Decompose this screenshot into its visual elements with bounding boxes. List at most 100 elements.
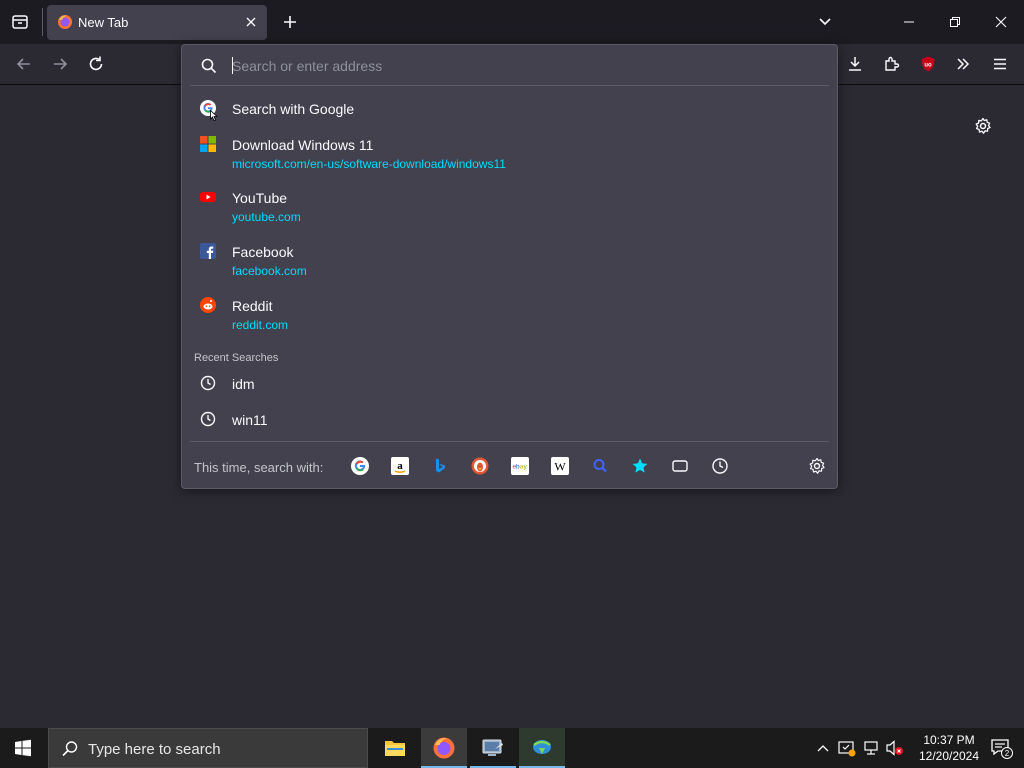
downloads-button[interactable] bbox=[841, 50, 869, 78]
taskbar-search-placeholder: Type here to search bbox=[88, 741, 221, 758]
action-center-button[interactable]: 2 bbox=[978, 728, 1024, 768]
search-with-label: This time, search with: bbox=[194, 460, 324, 475]
recent-search-text: idm bbox=[232, 376, 255, 392]
minimize-button[interactable] bbox=[895, 8, 923, 36]
close-window-button[interactable] bbox=[987, 8, 1015, 36]
suggestion-url: youtube.com bbox=[232, 210, 301, 224]
suggestion-title: YouTube bbox=[232, 190, 288, 206]
reload-button[interactable] bbox=[82, 50, 110, 78]
security-icon[interactable] bbox=[838, 739, 856, 757]
recent-search-win11[interactable]: win11 bbox=[190, 408, 830, 432]
firefox-icon bbox=[58, 15, 72, 29]
recent-searches-heading: Recent Searches bbox=[194, 352, 279, 364]
suggestion-facebook[interactable]: Facebook facebook.com bbox=[190, 240, 830, 280]
notification-icon: 2 bbox=[991, 739, 1013, 759]
close-tab-icon[interactable] bbox=[243, 14, 259, 30]
restore-button[interactable] bbox=[941, 8, 969, 36]
start-button[interactable] bbox=[0, 728, 46, 768]
suggestion-title: Search with Google bbox=[232, 101, 355, 117]
taskbar-idm[interactable] bbox=[519, 728, 565, 768]
wikipedia-engine-icon[interactable]: W bbox=[551, 457, 569, 475]
back-arrow-icon bbox=[16, 58, 30, 70]
computer-settings-icon bbox=[482, 739, 503, 756]
puzzle-icon bbox=[885, 56, 900, 71]
divider bbox=[190, 441, 829, 442]
app-menu-button[interactable] bbox=[986, 50, 1014, 78]
system-clock[interactable]: 10:37 PM 12/20/2024 bbox=[914, 732, 984, 764]
windows-logo-icon bbox=[15, 739, 31, 757]
plus-icon bbox=[284, 16, 296, 28]
suggestion-reddit[interactable]: Reddit reddit.com bbox=[190, 294, 830, 334]
new-tab-settings-button[interactable] bbox=[969, 112, 997, 140]
suggestion-url: facebook.com bbox=[232, 264, 307, 278]
ebay-engine-icon[interactable]: e b a y bbox=[511, 457, 529, 475]
restore-icon bbox=[950, 17, 960, 27]
double-chevron-right-icon bbox=[957, 58, 970, 70]
tabs-icon[interactable] bbox=[671, 457, 689, 475]
close-icon bbox=[995, 16, 1007, 28]
reload-icon bbox=[89, 56, 103, 71]
minimize-icon bbox=[904, 21, 914, 23]
clock-icon bbox=[200, 375, 216, 391]
firefox-view-button[interactable] bbox=[6, 8, 34, 36]
search-icon bbox=[201, 58, 217, 74]
suggestion-url: reddit.com bbox=[232, 318, 289, 332]
mouse-cursor-icon bbox=[210, 110, 218, 121]
chevron-down-icon bbox=[819, 18, 831, 26]
ublock-shield-icon: uo bbox=[921, 56, 935, 72]
suggestion-download-windows-11[interactable]: Download Windows 11 microsoft.com/en-us/… bbox=[190, 133, 830, 173]
amazon-engine-icon[interactable]: a bbox=[391, 457, 409, 475]
tab-strip: New Tab bbox=[0, 0, 1024, 44]
duckduckgo-engine-icon[interactable] bbox=[471, 457, 489, 475]
suggestion-search-with-google[interactable]: Search with Google bbox=[190, 97, 830, 121]
suggestion-title: Reddit bbox=[232, 298, 273, 314]
folder-icon bbox=[385, 741, 405, 756]
recent-search-idm[interactable]: idm bbox=[190, 372, 830, 396]
gear-icon bbox=[975, 117, 991, 134]
svg-text:uo: uo bbox=[924, 63, 932, 69]
tab-title: New Tab bbox=[78, 15, 129, 30]
address-bar-dropdown: Search with Google Download Windows 11 m… bbox=[181, 44, 838, 489]
history-clock-icon[interactable] bbox=[711, 457, 729, 475]
list-all-tabs-button[interactable] bbox=[811, 8, 839, 36]
new-tab-button[interactable] bbox=[276, 8, 304, 36]
clock-icon bbox=[200, 411, 216, 427]
forward-button[interactable] bbox=[46, 50, 74, 78]
address-input[interactable] bbox=[232, 57, 822, 75]
chevron-up-icon[interactable] bbox=[816, 742, 830, 754]
tab-new-tab[interactable]: New Tab bbox=[47, 5, 267, 40]
notification-count: 2 bbox=[1005, 749, 1010, 758]
taskbar-file-explorer[interactable] bbox=[372, 728, 418, 768]
recent-search-text: win11 bbox=[232, 412, 268, 428]
search-settings-gear-icon[interactable] bbox=[808, 457, 826, 475]
extensions-button[interactable] bbox=[878, 50, 906, 78]
firefox-icon bbox=[433, 737, 455, 759]
back-button[interactable] bbox=[10, 50, 38, 78]
facebook-icon bbox=[200, 243, 216, 259]
suggestion-url: microsoft.com/en-us/software-download/wi… bbox=[232, 157, 506, 171]
clock-time: 10:37 PM bbox=[923, 733, 975, 747]
firefox-view-icon bbox=[12, 15, 28, 29]
google-engine-icon[interactable] bbox=[351, 457, 369, 475]
bookmarks-star-icon[interactable] bbox=[631, 457, 649, 475]
download-icon bbox=[849, 57, 861, 71]
search-engine-icon[interactable] bbox=[591, 457, 609, 475]
svg-text:W: W bbox=[554, 460, 566, 474]
windows-taskbar: Type here to search 10:37 PM 12/20/2024 … bbox=[0, 728, 1024, 768]
divider bbox=[190, 85, 829, 86]
network-icon[interactable] bbox=[862, 739, 880, 757]
microsoft-icon bbox=[200, 136, 216, 152]
hamburger-menu-icon bbox=[994, 58, 1006, 70]
volume-muted-icon[interactable] bbox=[885, 739, 905, 757]
ublock-button[interactable]: uo bbox=[914, 50, 942, 78]
text-caret bbox=[232, 57, 233, 74]
reddit-icon bbox=[200, 297, 216, 313]
bing-engine-icon[interactable] bbox=[431, 457, 449, 475]
search-icon bbox=[62, 741, 78, 757]
download-manager-icon bbox=[533, 740, 551, 754]
taskbar-control-panel[interactable] bbox=[470, 728, 516, 768]
taskbar-search-box[interactable]: Type here to search bbox=[48, 728, 368, 768]
taskbar-firefox[interactable] bbox=[421, 728, 467, 768]
overflow-button[interactable] bbox=[949, 50, 977, 78]
suggestion-youtube[interactable]: YouTube youtube.com bbox=[190, 186, 830, 226]
